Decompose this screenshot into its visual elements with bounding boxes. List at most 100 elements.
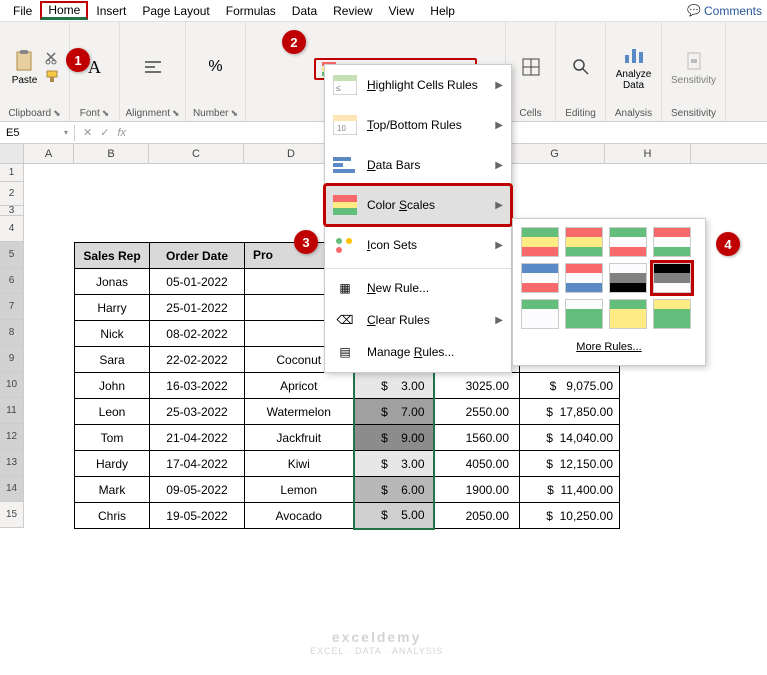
table-cell[interactable]: 17-04-2022 xyxy=(150,451,245,477)
table-cell[interactable]: Jonas xyxy=(75,269,150,295)
row-header[interactable]: 5 xyxy=(0,242,24,268)
table-cell[interactable]: Jackfruit xyxy=(245,425,354,451)
cf-new-rule[interactable]: ▦New Rule... xyxy=(325,272,511,304)
table-cell[interactable]: 21-04-2022 xyxy=(150,425,245,451)
color-scale-option[interactable] xyxy=(609,299,647,329)
table-cell[interactable]: 4050.00 xyxy=(434,451,520,477)
color-scale-option[interactable] xyxy=(609,263,647,293)
table-cell[interactable]: Watermelon xyxy=(245,399,354,425)
table-cell[interactable]: 25-03-2022 xyxy=(150,399,245,425)
menu-help[interactable]: Help xyxy=(422,2,463,20)
table-cell[interactable]: Kiwi xyxy=(245,451,354,477)
table-cell[interactable]: Sara xyxy=(75,347,150,373)
cells-icon[interactable] xyxy=(521,57,541,77)
col-header[interactable]: H xyxy=(605,144,691,163)
cf-highlight-cells-rules[interactable]: ≤ Highlight Cells Rules▶ xyxy=(325,65,511,105)
menu-formulas[interactable]: Formulas xyxy=(218,2,284,20)
table-cell[interactable]: Mark xyxy=(75,477,150,503)
table-cell[interactable]: $ 3.00 xyxy=(354,373,434,399)
row-header[interactable]: 6 xyxy=(0,268,24,294)
row-header[interactable]: 7 xyxy=(0,294,24,320)
format-painter-icon[interactable] xyxy=(45,69,61,83)
row-header[interactable]: 11 xyxy=(0,398,24,424)
cf-icon-sets[interactable]: Icon Sets▶ xyxy=(325,225,511,265)
table-cell[interactable]: 19-05-2022 xyxy=(150,503,245,529)
menu-file[interactable]: File xyxy=(5,2,40,20)
row-header[interactable]: 9 xyxy=(0,346,24,372)
col-header[interactable]: G xyxy=(505,144,605,163)
table-cell[interactable]: 16-03-2022 xyxy=(150,373,245,399)
cancel-icon[interactable]: ✕ xyxy=(83,126,92,139)
row-header[interactable]: 13 xyxy=(0,450,24,476)
menu-insert[interactable]: Insert xyxy=(88,2,134,20)
table-cell[interactable]: $ 10,250.00 xyxy=(520,503,620,529)
color-scale-option[interactable] xyxy=(565,299,603,329)
select-all-cell[interactable] xyxy=(0,144,24,163)
row-header[interactable]: 4 xyxy=(0,216,24,242)
table-cell[interactable]: Hardy xyxy=(75,451,150,477)
table-cell[interactable]: 08-02-2022 xyxy=(150,321,245,347)
table-cell[interactable]: Lemon xyxy=(245,477,354,503)
table-cell[interactable]: $ 12,150.00 xyxy=(520,451,620,477)
paste-button[interactable]: Paste xyxy=(8,47,42,88)
row-header[interactable]: 14 xyxy=(0,476,24,502)
analyze-data-button[interactable]: Analyze Data xyxy=(612,41,656,93)
col-header[interactable]: A xyxy=(24,144,74,163)
row-header[interactable]: 10 xyxy=(0,372,24,398)
row-header[interactable]: 15 xyxy=(0,502,24,528)
fx-icon[interactable]: fx xyxy=(117,127,126,139)
table-cell[interactable]: Leon xyxy=(75,399,150,425)
table-cell[interactable]: $ 3.00 xyxy=(354,451,434,477)
table-cell[interactable]: 2050.00 xyxy=(434,503,520,529)
table-cell[interactable]: Chris xyxy=(75,503,150,529)
row-header[interactable]: 12 xyxy=(0,424,24,450)
sensitivity-button[interactable]: Sensitivity xyxy=(667,47,720,88)
color-scale-option[interactable] xyxy=(521,299,559,329)
cut-icon[interactable] xyxy=(45,51,61,65)
col-header[interactable]: C xyxy=(149,144,244,163)
menu-data[interactable]: Data xyxy=(284,2,325,20)
table-cell[interactable]: Avocado xyxy=(245,503,354,529)
table-cell[interactable]: 25-01-2022 xyxy=(150,295,245,321)
table-cell[interactable]: Nick xyxy=(75,321,150,347)
alignment-icon[interactable] xyxy=(143,59,163,75)
table-cell[interactable]: $ 9,075.00 xyxy=(520,373,620,399)
comments-button[interactable]: Comments xyxy=(687,4,762,18)
color-scale-option[interactable] xyxy=(521,263,559,293)
table-cell[interactable]: Harry xyxy=(75,295,150,321)
color-scale-option[interactable] xyxy=(609,227,647,257)
table-cell[interactable]: $ 7.00 xyxy=(354,399,434,425)
menu-home[interactable]: Home xyxy=(40,1,88,20)
table-cell[interactable]: 09-05-2022 xyxy=(150,477,245,503)
table-cell[interactable]: $ 6.00 xyxy=(354,477,434,503)
table-cell[interactable]: Apricot xyxy=(245,373,354,399)
row-header[interactable]: 3 xyxy=(0,206,24,216)
cf-clear-rules[interactable]: ⌫Clear Rules▶ xyxy=(325,304,511,336)
cf-data-bars[interactable]: Data Bars▶ xyxy=(325,145,511,185)
table-cell[interactable]: $ 5.00 xyxy=(354,503,434,529)
cf-manage-rules[interactable]: ▤Manage Rules... xyxy=(325,336,511,368)
table-cell[interactable]: 2550.00 xyxy=(434,399,520,425)
table-cell[interactable]: 1560.00 xyxy=(434,425,520,451)
row-header[interactable]: 8 xyxy=(0,320,24,346)
editing-icon[interactable] xyxy=(572,58,590,76)
menu-view[interactable]: View xyxy=(381,2,423,20)
more-rules[interactable]: More Rules... xyxy=(521,337,697,357)
table-cell[interactable]: $ 17,850.00 xyxy=(520,399,620,425)
table-cell[interactable]: $ 11,400.00 xyxy=(520,477,620,503)
col-header[interactable]: B xyxy=(74,144,149,163)
accept-icon[interactable]: ✓ xyxy=(100,126,109,139)
color-scale-option[interactable] xyxy=(653,227,691,257)
cf-color-scales[interactable]: Color Scales▶ xyxy=(325,185,511,225)
table-cell[interactable]: $ 14,040.00 xyxy=(520,425,620,451)
color-scale-option[interactable] xyxy=(565,227,603,257)
menu-review[interactable]: Review xyxy=(325,2,380,20)
table-cell[interactable]: 3025.00 xyxy=(434,373,520,399)
color-scale-option[interactable] xyxy=(653,299,691,329)
cf-top-bottom-rules[interactable]: 10 Top/Bottom Rules▶ xyxy=(325,105,511,145)
table-cell[interactable]: John xyxy=(75,373,150,399)
name-box[interactable]: E5 xyxy=(0,125,75,141)
color-scale-option[interactable] xyxy=(521,227,559,257)
table-cell[interactable]: Tom xyxy=(75,425,150,451)
color-scale-option[interactable] xyxy=(653,263,691,293)
